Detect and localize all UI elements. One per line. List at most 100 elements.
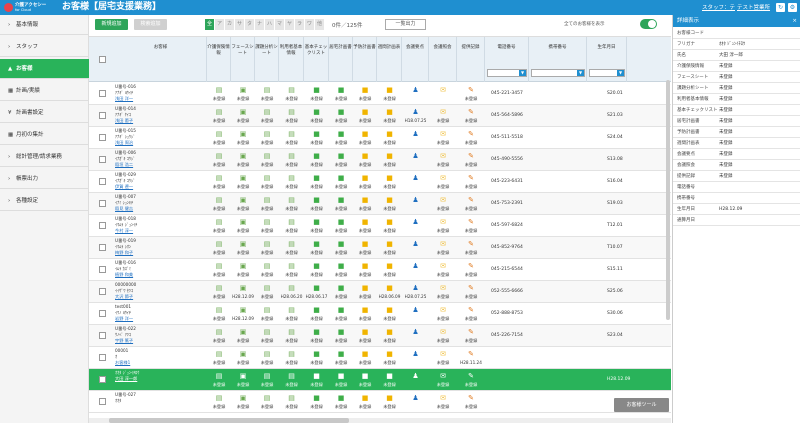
care-plan-icon[interactable]: ■ xyxy=(329,262,353,270)
face-sheet-icon[interactable]: ▣ xyxy=(231,196,255,204)
weekly-plan-icon[interactable]: ■ xyxy=(377,284,402,292)
meeting-person-icon[interactable]: ♟ xyxy=(402,328,429,336)
prevention-plan-icon[interactable]: ■ xyxy=(353,350,377,358)
prevention-plan-icon[interactable]: ■ xyxy=(353,394,377,402)
care-plan-icon[interactable]: ■ xyxy=(329,372,353,380)
document-icon[interactable]: ▤ xyxy=(207,130,231,138)
staff-link[interactable]: スタッフ：テ xyxy=(702,3,735,11)
kana-filter-8[interactable]: ヤ xyxy=(285,19,294,30)
meeting-inquiry-icon[interactable]: ✉ xyxy=(429,86,457,94)
user-info-icon[interactable]: ▤ xyxy=(279,394,304,402)
user-info-icon[interactable]: ▤ xyxy=(279,174,304,182)
meeting-person-icon[interactable]: ♟ xyxy=(402,174,429,182)
meeting-inquiry-icon[interactable]: ✉ xyxy=(429,284,457,292)
customer-name-link[interactable]: 浅田 蕙子 xyxy=(115,118,165,124)
row-checkbox[interactable] xyxy=(99,112,106,119)
document-icon[interactable]: ▤ xyxy=(207,306,231,314)
face-sheet-icon[interactable]: ▣ xyxy=(231,394,255,402)
prevention-plan-icon[interactable]: ■ xyxy=(353,86,377,94)
meeting-inquiry-icon[interactable]: ✉ xyxy=(429,372,457,380)
search-add-button[interactable]: 検索追加 xyxy=(134,19,167,30)
close-icon[interactable]: × xyxy=(792,15,797,27)
prevention-plan-icon[interactable]: ■ xyxy=(353,152,377,160)
table-row[interactable]: 00000000 ｲｲｻﾞﾜ ｾﾂｺ 大沢 節子 ▤ 未登録 ▣ H28.12.09 ▤ 未登録… xyxy=(89,281,671,303)
prevention-plan-icon[interactable]: ■ xyxy=(353,218,377,226)
user-info-icon[interactable]: ▤ xyxy=(279,240,304,248)
meeting-person-icon[interactable]: ♟ xyxy=(402,372,429,380)
analysis-sheet-icon[interactable]: ▤ xyxy=(255,350,279,358)
show-all-toggle[interactable] xyxy=(640,19,657,29)
kana-filter-0[interactable]: 全 xyxy=(205,19,214,30)
meeting-person-icon[interactable]: ♟ xyxy=(402,196,429,204)
weekly-plan-icon[interactable]: ■ xyxy=(377,262,402,270)
pencil-icon[interactable]: ✎ xyxy=(457,394,485,402)
prevention-plan-icon[interactable]: ■ xyxy=(353,262,377,270)
care-plan-icon[interactable]: ■ xyxy=(329,394,353,402)
meeting-inquiry-icon[interactable]: ✉ xyxy=(429,174,457,182)
checklist-icon[interactable]: ■ xyxy=(304,86,329,94)
pencil-icon[interactable]: ✎ xyxy=(457,174,485,182)
meeting-person-icon[interactable]: ♟ xyxy=(402,108,429,116)
user-info-icon[interactable]: ▤ xyxy=(279,350,304,358)
export-list-button[interactable]: 一覧出力 xyxy=(385,19,426,30)
new-customer-button[interactable]: 新規追加 xyxy=(95,19,128,30)
table-row[interactable]: U番号-027 ｵｵﾀ ▤ 未登録 ▣ 未登録 ▤ 未登録 ▤ 未登録 ■ 未登録 ■ 未登録 ■ 未登録 ■ 未… xyxy=(89,391,671,413)
sidebar-item-4[interactable]: ¥ 計画書設定 xyxy=(0,103,89,123)
face-sheet-icon[interactable]: ▣ xyxy=(231,130,255,138)
customer-name-link[interactable]: 植野 和美 xyxy=(115,272,165,278)
analysis-sheet-icon[interactable]: ▤ xyxy=(255,262,279,270)
meeting-inquiry-icon[interactable]: ✉ xyxy=(429,108,457,116)
pencil-icon[interactable]: ✎ xyxy=(457,130,485,138)
analysis-sheet-icon[interactable]: ▤ xyxy=(255,218,279,226)
meeting-person-icon[interactable]: ♟ xyxy=(402,86,429,94)
user-info-icon[interactable]: ▤ xyxy=(279,306,304,314)
weekly-plan-icon[interactable]: ■ xyxy=(377,328,402,336)
table-row[interactable]: U番号-015 ｱﾅｷﾞ ｼｭｳｼﾞ 浅田 周治 ▤ 未登録 ▣ 未登録 ▤ 未登録 ▤ 未登録 ■ 未… xyxy=(89,127,671,149)
row-checkbox[interactable] xyxy=(99,222,106,229)
customer-name-link[interactable]: 稲見 健吉 xyxy=(115,206,165,212)
care-plan-icon[interactable]: ■ xyxy=(329,240,353,248)
meeting-person-icon[interactable]: ♟ xyxy=(402,240,429,248)
refresh-icon[interactable]: ↻ xyxy=(776,3,785,12)
weekly-plan-icon[interactable]: ■ xyxy=(377,196,402,204)
table-row[interactable]: 00001 ｵお客様1 ▤ 未登録 ▣ 未登録 ▤ 未登録 ▤ 未登録 ■ 未登録 ■ 未登録 ■ 未登録 ■ 未… xyxy=(89,347,671,369)
checklist-icon[interactable]: ■ xyxy=(304,240,329,248)
row-checkbox[interactable] xyxy=(99,200,106,207)
analysis-sheet-icon[interactable]: ▤ xyxy=(255,86,279,94)
table-row[interactable]: U番号-022 ｳﾉﾍﾞ ｱﾂｺ 宇野 篤子 ▤ 未登録 ▣ 未登録 ▤ 未登録 ▤ 未登録 ■ 未登録… xyxy=(89,325,671,347)
pencil-icon[interactable]: ✎ xyxy=(457,108,485,116)
analysis-sheet-icon[interactable]: ▤ xyxy=(255,284,279,292)
user-info-icon[interactable]: ▤ xyxy=(279,130,304,138)
row-checkbox[interactable] xyxy=(99,354,106,361)
table-row[interactable]: test001 ｲﾜﾉ ﾖｳｲﾁ 岩野 洋一 ▤ 未登録 ▣ H28.12.09 ▤ 未登録 ▤ 未… xyxy=(89,303,671,325)
face-sheet-icon[interactable]: ▣ xyxy=(231,262,255,270)
analysis-sheet-icon[interactable]: ▤ xyxy=(255,240,279,248)
meeting-person-icon[interactable]: ♟ xyxy=(402,262,429,270)
column-filter-select-13[interactable]: ▼ xyxy=(531,69,585,77)
checklist-icon[interactable]: ■ xyxy=(304,372,329,380)
weekly-plan-icon[interactable]: ■ xyxy=(377,152,402,160)
document-icon[interactable]: ▤ xyxy=(207,86,231,94)
vertical-scrollbar[interactable] xyxy=(666,80,670,320)
document-icon[interactable]: ▤ xyxy=(207,240,231,248)
table-row[interactable]: U番号-016 ｲﾑﾗ ｶｽﾞﾐ 植野 和美 ▤ 未登録 ▣ 未登録 ▤ 未登録 ▤ 未登録 ■ 未登録… xyxy=(89,259,671,281)
user-info-icon[interactable]: ▤ xyxy=(279,108,304,116)
pencil-icon[interactable]: ✎ xyxy=(457,218,485,226)
kana-filter-3[interactable]: サ xyxy=(235,19,244,30)
document-icon[interactable]: ▤ xyxy=(207,218,231,226)
customer-name-link[interactable]: お客様1 xyxy=(115,360,165,366)
kana-filter-6[interactable]: ハ xyxy=(265,19,274,30)
pencil-icon[interactable]: ✎ xyxy=(457,196,485,204)
customer-name-link[interactable]: 宇野 篤子 xyxy=(115,338,165,344)
meeting-person-icon[interactable]: ♟ xyxy=(402,218,429,226)
kana-filter-1[interactable]: ア xyxy=(215,19,224,30)
kana-filter-10[interactable]: ワ xyxy=(305,19,314,30)
meeting-person-icon[interactable]: ♟ xyxy=(402,284,429,292)
kana-filter-7[interactable]: マ xyxy=(275,19,284,30)
face-sheet-icon[interactable]: ▣ xyxy=(231,350,255,358)
document-icon[interactable]: ▤ xyxy=(207,284,231,292)
care-plan-icon[interactable]: ■ xyxy=(329,86,353,94)
meeting-inquiry-icon[interactable]: ✉ xyxy=(429,218,457,226)
checklist-icon[interactable]: ■ xyxy=(304,306,329,314)
care-plan-icon[interactable]: ■ xyxy=(329,218,353,226)
